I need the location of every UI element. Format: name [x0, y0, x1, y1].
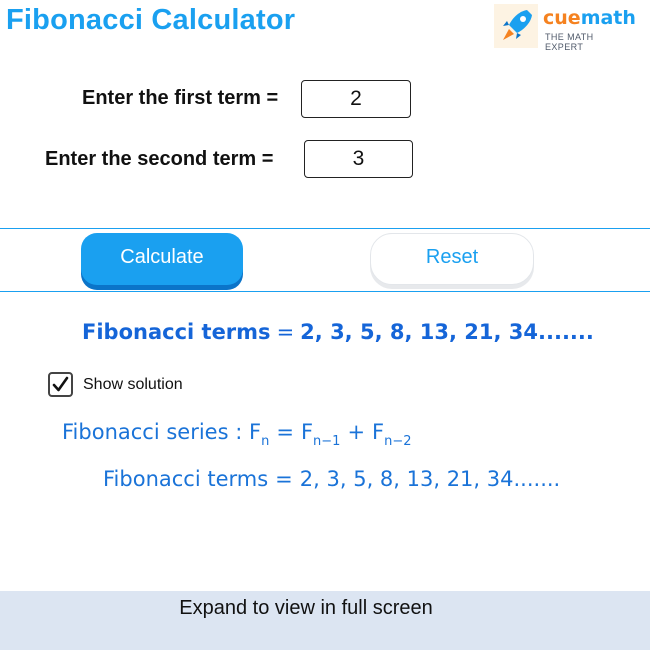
- result-text: Fibonacci terms = 2, 3, 5, 8, 13, 21, 34..…: [82, 320, 594, 344]
- solution-terms-label: Fibonacci terms: [103, 467, 269, 491]
- series-formula: Fibonacci series : Fn = Fn−1 + Fn−2: [62, 420, 412, 449]
- reset-button[interactable]: Reset: [370, 233, 534, 285]
- calculate-button[interactable]: Calculate: [81, 233, 243, 285]
- second-term-input[interactable]: [304, 140, 413, 178]
- rocket-icon: [494, 4, 538, 48]
- show-solution-label: Show solution: [83, 376, 183, 393]
- solution-terms: Fibonacci terms = 2, 3, 5, 8, 13, 21, 34..…: [103, 467, 560, 491]
- checkmark-icon: [52, 376, 69, 392]
- formula-sub-n: n: [261, 434, 270, 449]
- divider-top: [0, 228, 650, 229]
- second-term-label: Enter the second term =: [45, 148, 274, 170]
- cuemath-logo: cuemath THE MATH EXPERT: [494, 4, 636, 52]
- show-solution-checkbox[interactable]: [48, 372, 73, 397]
- page-title: Fibonacci Calculator: [6, 4, 296, 36]
- logo-brand: cuemath: [543, 7, 636, 29]
- logo-tagline: THE MATH EXPERT: [545, 32, 594, 52]
- solution-terms-equals: =: [275, 467, 293, 491]
- formula-f-n: F: [248, 420, 262, 444]
- formula-f-n1: F: [300, 420, 314, 444]
- formula-sub-n2: n−2: [384, 434, 412, 449]
- formula-plus: +: [347, 420, 366, 444]
- logo-brand-cue: cue: [543, 7, 581, 29]
- solution-terms-value: 2, 3, 5, 8, 13, 21, 34.......: [299, 467, 561, 491]
- expand-footer-text: Expand to view in full screen: [179, 597, 433, 619]
- result-equals: =: [276, 320, 295, 344]
- first-term-label: Enter the first term =: [82, 87, 279, 109]
- formula-sub-n1: n−1: [313, 434, 341, 449]
- result-value: 2, 3, 5, 8, 13, 21, 34.......: [300, 320, 594, 344]
- logo-brand-math: math: [580, 7, 636, 29]
- divider-bottom: [0, 291, 650, 292]
- formula-f-n2: F: [372, 420, 385, 444]
- result-label: Fibonacci terms: [82, 320, 271, 344]
- formula-equals: =: [276, 420, 294, 444]
- first-term-input[interactable]: [301, 80, 411, 118]
- expand-footer[interactable]: Expand to view in full screen: [0, 591, 650, 650]
- series-label: Fibonacci series :: [62, 420, 243, 444]
